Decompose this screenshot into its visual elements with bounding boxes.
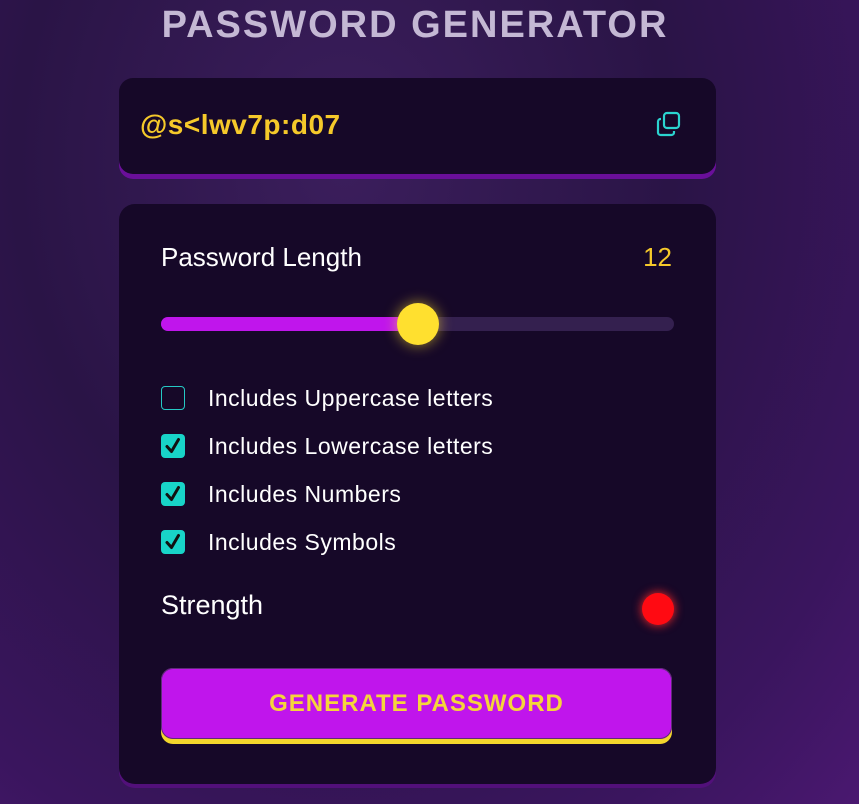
copy-icon[interactable] xyxy=(655,110,683,138)
option-uppercase[interactable]: Includes Uppercase letters xyxy=(161,384,493,412)
length-label: Password Length xyxy=(161,242,362,272)
option-numbers[interactable]: Includes Numbers xyxy=(161,480,401,508)
password-display: @s<lwv7p:d07 xyxy=(119,78,716,174)
page-title: PASSWORD GENERATOR xyxy=(161,4,669,46)
generated-password: @s<lwv7p:d07 xyxy=(140,109,341,140)
strength-indicator xyxy=(642,593,674,625)
checkbox-lowercase[interactable] xyxy=(161,434,185,458)
option-label: Includes Uppercase letters xyxy=(208,384,494,411)
checkbox-uppercase[interactable] xyxy=(161,386,185,410)
option-label: Includes Symbols xyxy=(208,528,397,555)
generate-password-button[interactable]: GENERATE PASSWORD xyxy=(161,668,672,739)
checkmark-icon xyxy=(165,534,180,549)
checkmark-icon xyxy=(165,486,180,501)
checkbox-symbols[interactable] xyxy=(161,530,185,554)
option-symbols[interactable]: Includes Symbols xyxy=(161,528,396,556)
settings-panel: Password Length 12 Includes Uppercase le… xyxy=(119,204,716,784)
option-lowercase[interactable]: Includes Lowercase letters xyxy=(161,432,493,460)
checkbox-numbers[interactable] xyxy=(161,482,185,506)
slider-thumb[interactable] xyxy=(396,303,439,345)
slider-fill xyxy=(161,317,418,331)
length-slider[interactable] xyxy=(161,303,674,345)
strength-label: Strength xyxy=(161,590,264,620)
length-value: 12 xyxy=(643,242,672,272)
option-label: Includes Lowercase letters xyxy=(208,432,494,459)
checkmark-icon xyxy=(165,438,180,453)
option-label: Includes Numbers xyxy=(208,480,402,507)
